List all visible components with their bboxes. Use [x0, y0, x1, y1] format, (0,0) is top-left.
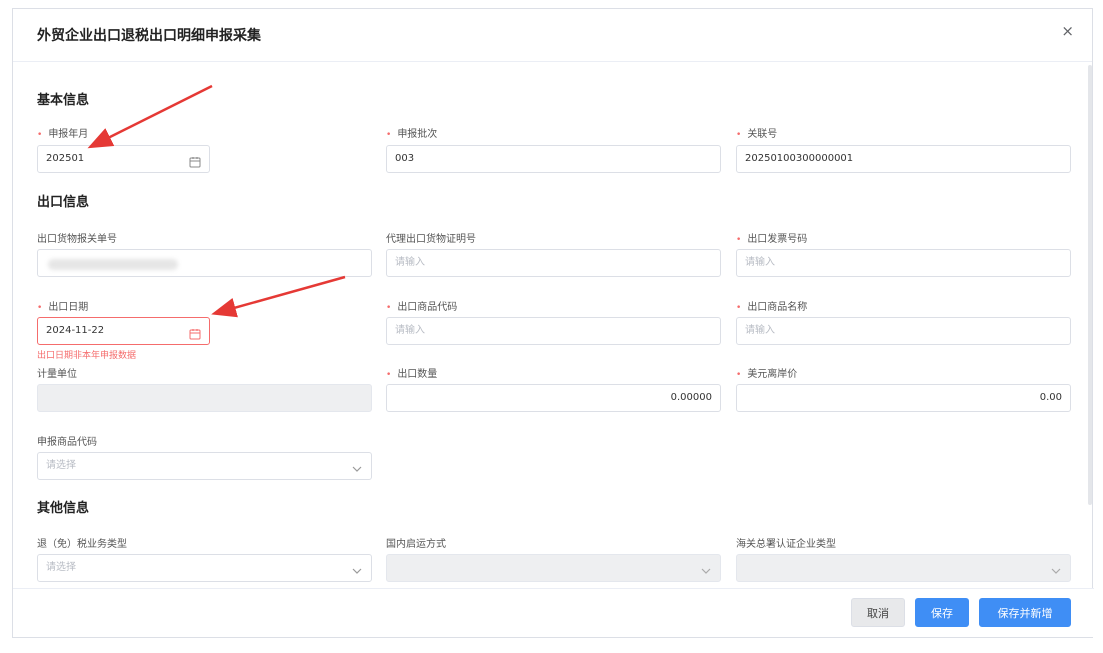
declare-month-label: • 申报年月 — [37, 129, 89, 140]
domestic-transport-label: 国内启运方式 — [386, 539, 446, 550]
domestic-transport-select[interactable] — [386, 554, 721, 582]
calendar-icon[interactable] — [189, 325, 201, 351]
export-goods-name-label: • 出口商品名称 — [736, 302, 808, 313]
usd-fob-price-input[interactable]: 0.00 — [736, 384, 1071, 412]
close-icon[interactable]: × — [1061, 22, 1074, 40]
export-invoice-input[interactable]: 请输入 — [736, 249, 1071, 277]
export-date-error: 出口日期非本年申报数据 — [37, 351, 137, 361]
section-basic-title: 基本信息 — [37, 93, 90, 108]
chevron-down-icon — [351, 460, 363, 486]
refund-type-label: 退（免）税业务类型 — [37, 539, 127, 550]
form-body: 基本信息 • 申报年月 202501 • 申报批次 003 • 关联号 2025010… — [13, 61, 1094, 591]
export-goods-code-input[interactable]: 请输入 — [386, 317, 721, 345]
redacted-value — [48, 259, 178, 270]
declare-batch-input[interactable]: 003 — [386, 145, 721, 173]
export-quantity-input[interactable]: 0.00000 — [386, 384, 721, 412]
save-and-new-button[interactable]: 保存并新增 — [979, 598, 1071, 627]
export-quantity-label: • 出口数量 — [386, 369, 438, 380]
declare-month-value: 202501 — [46, 153, 85, 164]
dialog-footer: 取消 保存 保存并新增 — [13, 588, 1094, 637]
dialog: 外贸企业出口退税出口明细申报采集 × 基本信息 • 申报年月 202501 • 申报… — [12, 8, 1094, 638]
export-goods-code-placeholder: 请输入 — [395, 325, 425, 336]
section-export-title: 出口信息 — [37, 195, 90, 210]
customs-cert-type-select[interactable] — [736, 554, 1071, 582]
declare-month-picker[interactable]: 202501 — [37, 145, 210, 173]
refund-type-select[interactable]: 请选择 — [37, 554, 372, 582]
export-goods-name-input[interactable]: 请输入 — [736, 317, 1071, 345]
export-invoice-placeholder: 请输入 — [745, 257, 775, 268]
association-no-label: • 关联号 — [736, 129, 778, 140]
export-date-picker[interactable]: 2024-11-22 — [37, 317, 210, 345]
export-date-value: 2024-11-22 — [46, 325, 105, 336]
agent-cert-input[interactable]: 请输入 — [386, 249, 721, 277]
chevron-down-icon — [1050, 562, 1062, 588]
unit-label: 计量单位 — [37, 369, 77, 380]
calendar-icon[interactable] — [189, 153, 201, 179]
export-goods-code-label: • 出口商品代码 — [386, 302, 458, 313]
dialog-title: 外贸企业出口退税出口明细申报采集 — [37, 28, 261, 44]
export-date-label: • 出口日期 — [37, 302, 89, 313]
section-other-title: 其他信息 — [37, 501, 90, 516]
declare-goods-code-placeholder: 请选择 — [46, 460, 76, 471]
save-button[interactable]: 保存 — [915, 598, 969, 627]
scrollbar[interactable] — [1088, 65, 1092, 505]
association-no-input[interactable]: 20250100300000001 — [736, 145, 1071, 173]
export-goods-name-placeholder: 请输入 — [745, 325, 775, 336]
dialog-header: 外贸企业出口退税出口明细申报采集 × — [13, 9, 1092, 62]
declare-batch-label: • 申报批次 — [386, 129, 438, 140]
export-invoice-label: • 出口发票号码 — [736, 234, 808, 245]
usd-fob-price-label: • 美元离岸价 — [736, 369, 798, 380]
customs-cert-type-label: 海关总署认证企业类型 — [736, 539, 836, 550]
declare-goods-code-select[interactable]: 请选择 — [37, 452, 372, 480]
declare-goods-code-label: 申报商品代码 — [37, 437, 97, 448]
cancel-button[interactable]: 取消 — [851, 598, 905, 627]
chevron-down-icon — [351, 562, 363, 588]
agent-cert-placeholder: 请输入 — [395, 257, 425, 268]
unit-input[interactable] — [37, 384, 372, 412]
chevron-down-icon — [700, 562, 712, 588]
agent-cert-label: 代理出口货物证明号 — [386, 234, 476, 245]
refund-type-placeholder: 请选择 — [46, 562, 76, 573]
customs-declaration-label: 出口货物报关单号 — [37, 234, 117, 245]
customs-declaration-input[interactable] — [37, 249, 372, 277]
